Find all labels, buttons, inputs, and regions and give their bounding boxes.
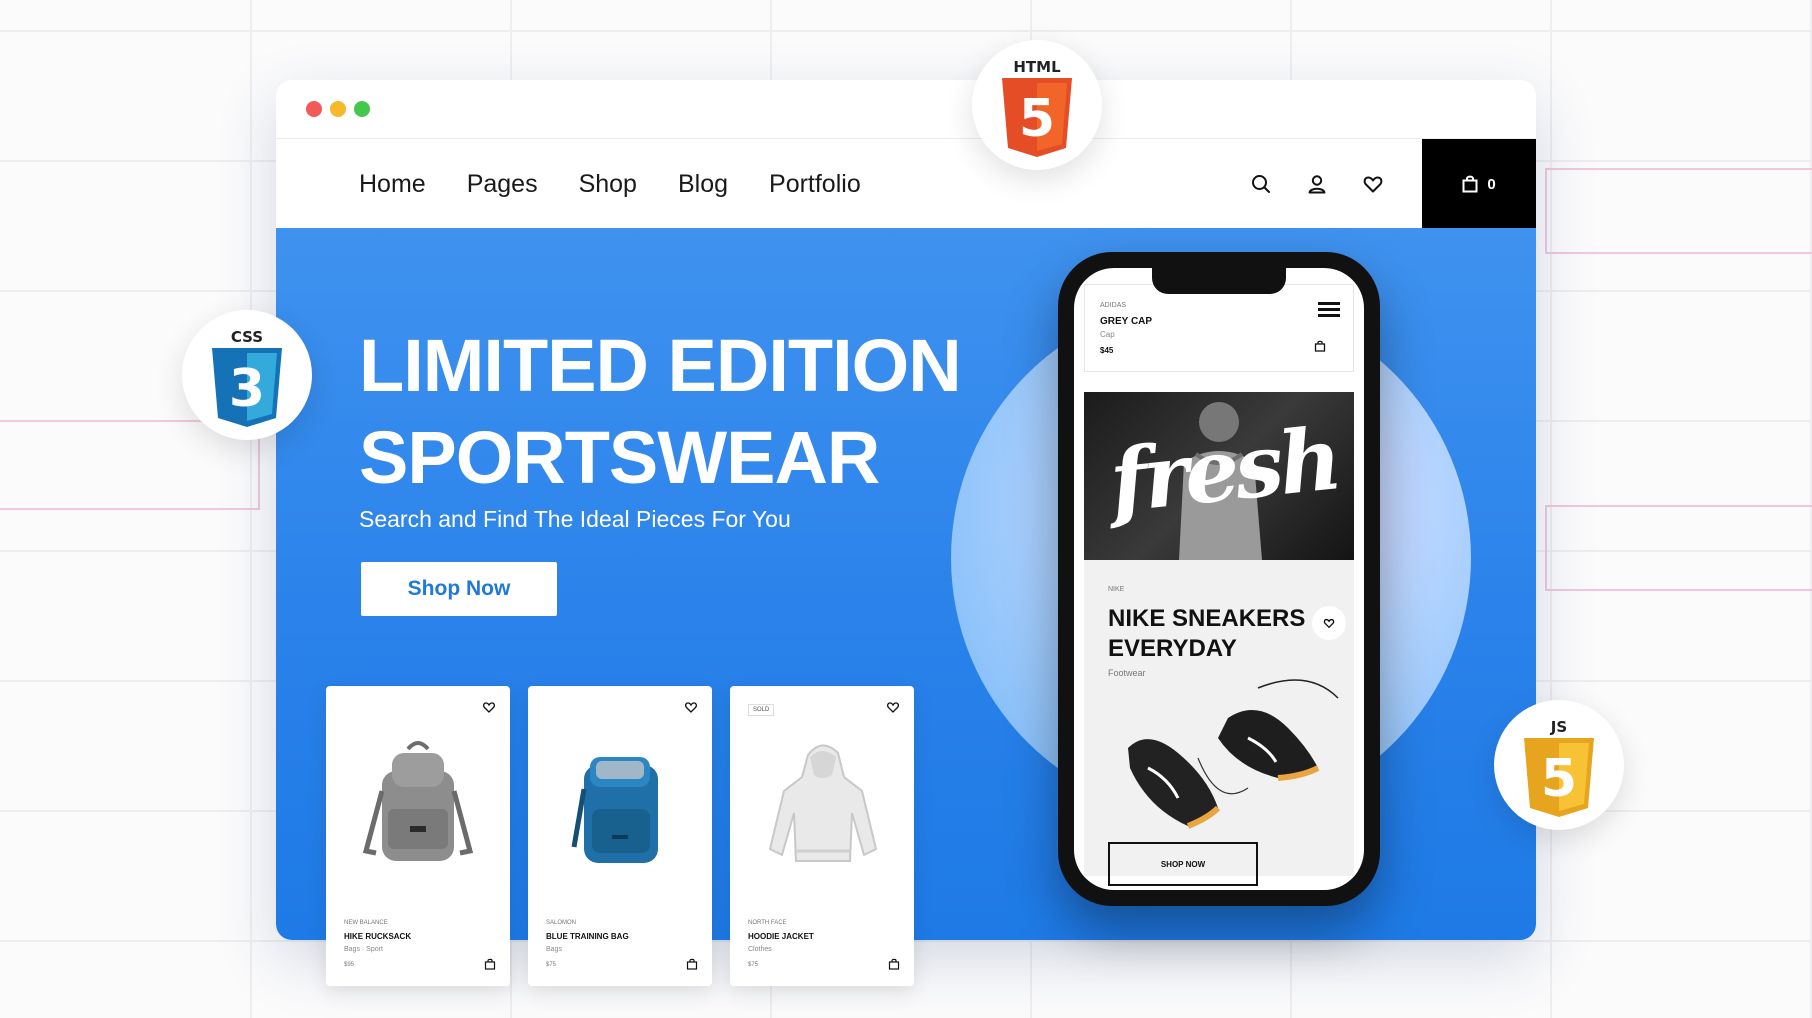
card-name: BLUE TRAINING BAG [546, 932, 629, 941]
card-price: $75 [546, 962, 557, 968]
nav-link-portfolio[interactable]: Portfolio [769, 170, 861, 199]
html-label: HTML [1013, 58, 1061, 76]
hoodie-image [768, 744, 878, 862]
nav-links: Home Pages Shop Blog Portfolio [359, 139, 861, 229]
maximize-window-button[interactable] [354, 101, 370, 117]
feature-title: NIKE SNEAKERS EVERYDAY [1108, 604, 1305, 664]
close-window-button[interactable] [306, 101, 322, 117]
css3-badge: CSS 3 [182, 310, 312, 440]
phone-notch [1152, 268, 1286, 294]
heart-icon[interactable] [886, 700, 900, 714]
card-name: HIKE RUCKSACK [344, 932, 412, 941]
js-digit: 5 [1541, 749, 1577, 809]
card-brand: NORTH FACE [748, 920, 787, 926]
phone-product-brand: ADIDAS [1100, 302, 1127, 309]
backpack-grey-image [362, 741, 474, 861]
card-category: Bags [546, 946, 562, 953]
product-card[interactable]: SALOMON BLUE TRAINING BAG Bags $75 [528, 686, 712, 986]
shopping-bag-icon [1462, 175, 1478, 193]
nav-link-shop[interactable]: Shop [579, 170, 637, 199]
heart-icon[interactable] [482, 700, 496, 714]
cart-button[interactable]: 0 [1422, 139, 1536, 229]
heart-icon[interactable] [684, 700, 698, 714]
card-category: Bags · Sport [344, 946, 383, 953]
phone-product-name: GREY CAP [1100, 316, 1153, 327]
phone-banner: fresh [1084, 392, 1354, 560]
hero-title-line1: LIMITED EDITION [359, 324, 962, 407]
shop-now-button[interactable]: Shop Now [361, 562, 557, 616]
nav-icons [1248, 139, 1386, 229]
js-label: JS [1550, 718, 1567, 736]
card-price: $95 [344, 962, 355, 968]
phone-screen: ADIDAS GREY CAP Cap $45 fresh NIKE NIKE … [1074, 268, 1364, 890]
user-icon[interactable] [1304, 171, 1330, 197]
feature-title-line1: NIKE SNEAKERS [1108, 605, 1306, 632]
shopping-bag-icon[interactable] [888, 958, 900, 970]
hero-subtitle: Search and Find The Ideal Pieces For You [359, 506, 791, 532]
bg-decor-line [1545, 505, 1812, 591]
css-label: CSS [231, 328, 263, 346]
card-brand: SALOMON [546, 920, 577, 926]
cart-count: 0 [1487, 175, 1496, 193]
sold-badge: SOLD [748, 704, 775, 716]
phone-product-box [1084, 284, 1354, 372]
backpack-blue-image [571, 757, 658, 863]
html-digit: 5 [1019, 89, 1055, 149]
product-card[interactable]: SOLD NORTH FACE HOODIE JACKET Clothes $7… [730, 686, 914, 986]
hero-title-line2: SPORTSWEAR [359, 416, 880, 499]
product-card[interactable]: NEW BALANCE HIKE RUCKSACK Bags · Sport $… [326, 686, 510, 986]
shopping-bag-icon[interactable] [1314, 340, 1326, 352]
nav-link-home[interactable]: Home [359, 170, 426, 199]
menu-icon[interactable] [1318, 302, 1340, 320]
navbar: Home Pages Shop Blog Portfolio 0 [276, 138, 1536, 229]
phone-product-price: $45 [1100, 346, 1114, 355]
js-badge: JS 5 [1494, 700, 1624, 830]
card-brand: NEW BALANCE [344, 920, 388, 926]
bg-decor-line [1545, 168, 1812, 254]
hero-title: LIMITED EDITION SPORTSWEAR [359, 320, 962, 504]
html5-badge: HTML 5 [972, 40, 1102, 170]
card-category: Clothes [748, 946, 772, 953]
minimize-window-button[interactable] [330, 101, 346, 117]
phone-mockup: ADIDAS GREY CAP Cap $45 fresh NIKE NIKE … [1058, 252, 1380, 906]
css-digit: 3 [229, 359, 265, 419]
sneakers-image [1128, 679, 1339, 829]
title-bar [276, 80, 1536, 138]
search-icon[interactable] [1248, 171, 1274, 197]
shopping-bag-icon[interactable] [484, 958, 496, 970]
shopping-bag-icon[interactable] [686, 958, 698, 970]
heart-icon[interactable] [1360, 171, 1386, 197]
card-name: HOODIE JACKET [748, 932, 814, 941]
feature-brand: NIKE [1108, 586, 1125, 593]
heart-icon[interactable] [1312, 606, 1346, 640]
nav-link-blog[interactable]: Blog [678, 170, 728, 199]
phone-product-category: Cap [1100, 330, 1115, 339]
phone-shop-now-button[interactable]: SHOP NOW [1108, 842, 1258, 886]
nav-link-pages[interactable]: Pages [467, 170, 538, 199]
card-price: $75 [748, 962, 759, 968]
